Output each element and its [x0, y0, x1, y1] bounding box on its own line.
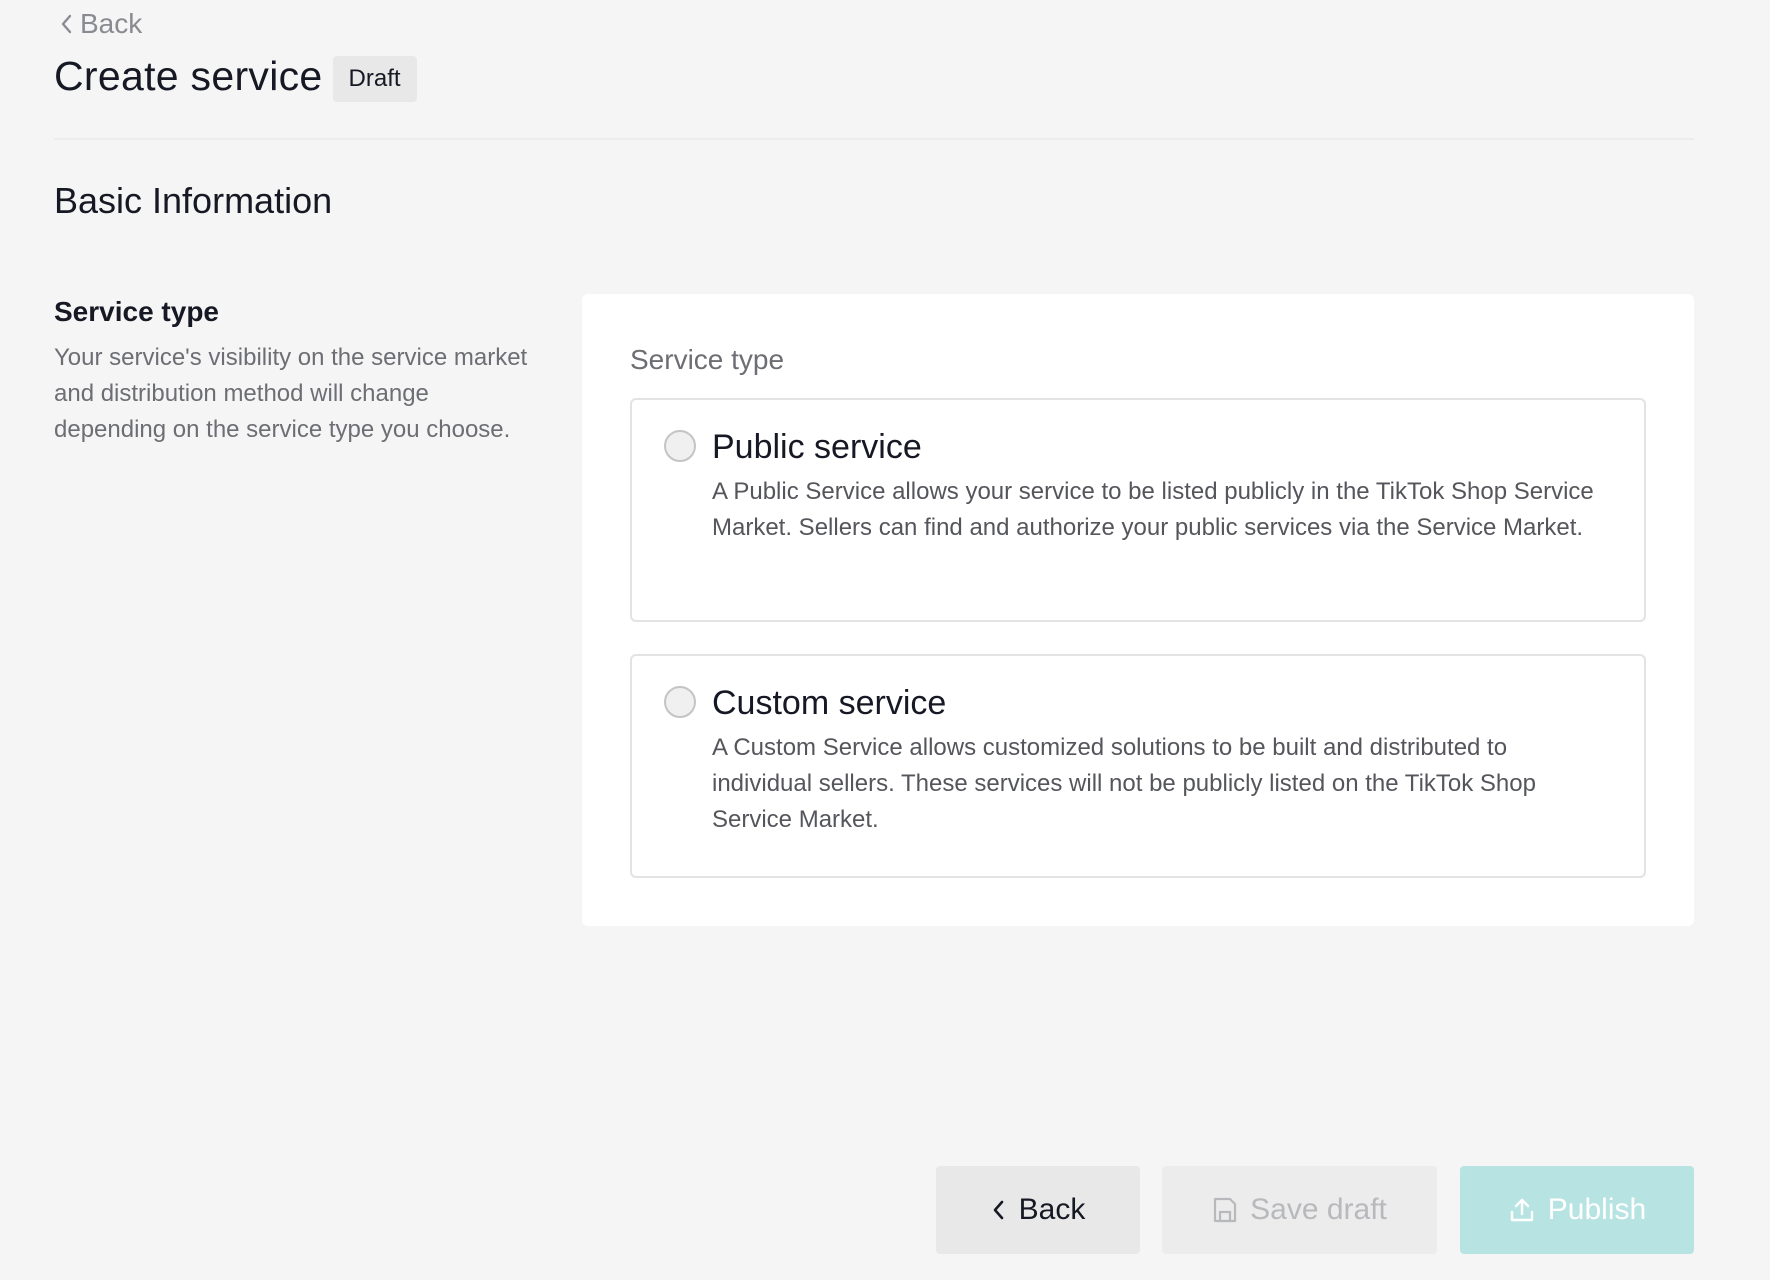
status-badge: Draft [332, 56, 417, 102]
publish-label: Publish [1547, 1193, 1647, 1226]
service-type-label: Service type [54, 296, 219, 327]
service-type-card: Service type Public service A Public Ser… [582, 294, 1694, 926]
public-service-option[interactable]: Public service A Public Service allows y… [630, 398, 1646, 622]
custom-service-description: A Custom Service allows customized solut… [712, 734, 1536, 833]
save-icon [1214, 1197, 1237, 1223]
service-type-card-label: Service type [630, 344, 785, 375]
header-divider [54, 138, 1694, 140]
page-title: Create service [54, 52, 323, 99]
public-service-radio[interactable] [664, 430, 696, 462]
custom-service-title: Custom service [712, 684, 947, 722]
top-back-label: Back [80, 8, 143, 39]
back-button-label: Back [1018, 1193, 1086, 1226]
public-service-description: A Public Service allows your service to … [712, 478, 1594, 541]
save-draft-label: Save draft [1250, 1193, 1387, 1226]
service-type-description: Your service's visibility on the service… [54, 344, 528, 443]
back-button[interactable]: Back [936, 1166, 1140, 1254]
title-row: Create service Draft [54, 50, 417, 102]
section-title: Basic Information [54, 180, 333, 221]
save-draft-button[interactable]: Save draft [1162, 1166, 1437, 1254]
chevron-left-icon [993, 1200, 1003, 1220]
upload-icon [1510, 1198, 1533, 1222]
top-back-link[interactable]: Back [58, 8, 142, 40]
chevron-left-icon [61, 14, 72, 34]
publish-button[interactable]: Publish [1460, 1166, 1694, 1254]
public-service-title: Public service [712, 428, 922, 466]
custom-service-radio[interactable] [664, 686, 696, 718]
custom-service-option[interactable]: Custom service A Custom Service allows c… [630, 654, 1646, 878]
